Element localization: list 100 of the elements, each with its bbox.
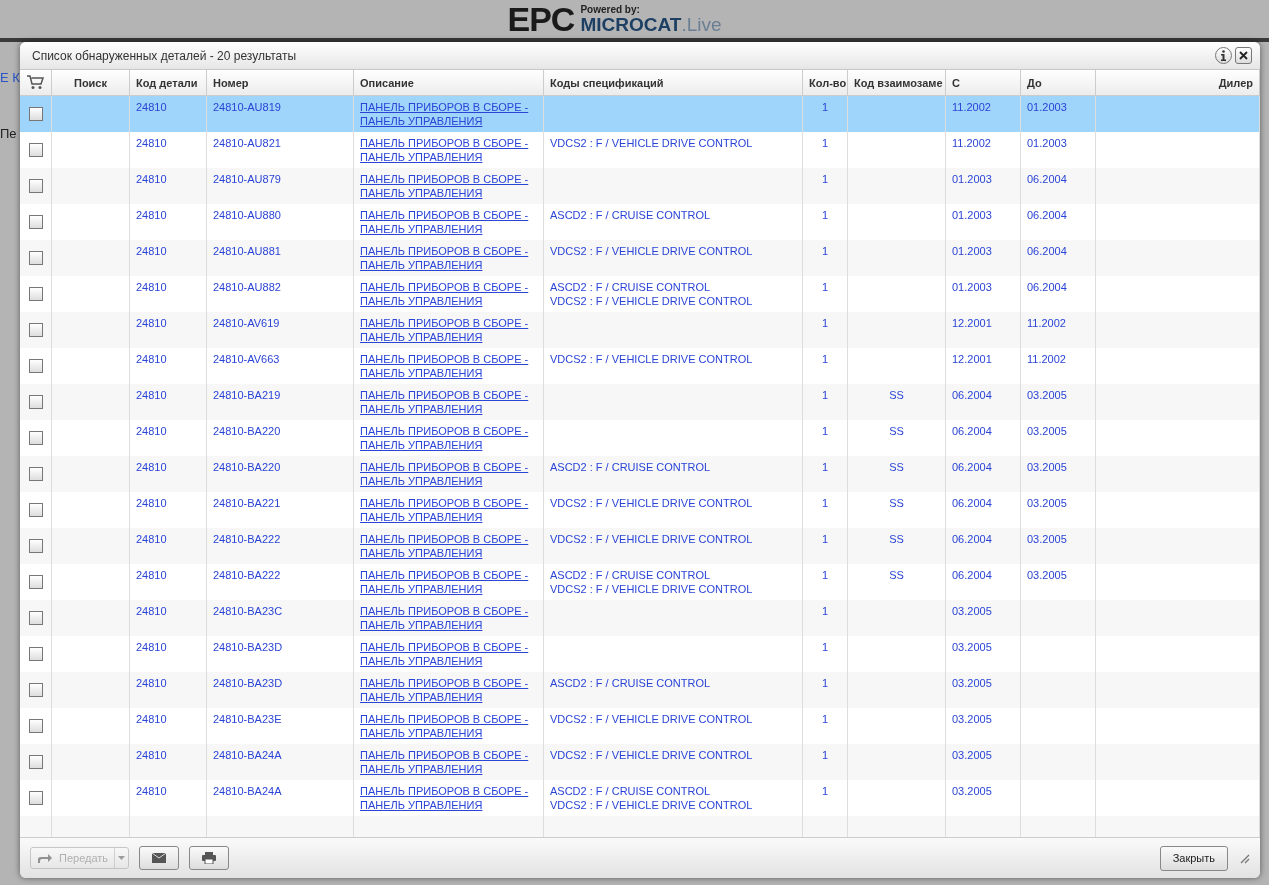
checkbox[interactable] (28, 647, 43, 661)
column-header[interactable]: Описание (360, 76, 414, 89)
description-link[interactable]: ПАНЕЛЬ ПРИБОРОВ В СБОРЕ - ПАНЕЛЬ УПРАВЛЕНИЯ (360, 640, 536, 668)
checkbox[interactable] (28, 503, 43, 517)
background-text: Пе (0, 126, 17, 141)
table-row[interactable]: 24810 24810-BA23D ПАНЕЛЬ ПРИБОРОВ В СБОРЕ - ПАНЕЛЬ УПРАВЛЕНИЯ ASCD2 : F / CRUISE CONTROL 1 03.2005 (20, 672, 1260, 708)
table-cell-text: 1 (820, 568, 830, 582)
description-link[interactable]: ПАНЕЛЬ ПРИБОРОВ В СБОРЕ - ПАНЕЛЬ УПРАВЛЕНИЯ (360, 568, 536, 596)
checkbox[interactable] (28, 539, 43, 553)
checkbox[interactable] (28, 179, 43, 193)
table-cell-text: 06.2004 (1027, 208, 1068, 222)
table-cell-text: 24810 (136, 748, 168, 762)
table-cell-text: VDCS2 : F / VEHICLE DRIVE CONTROL (550, 532, 754, 546)
checkbox[interactable] (28, 107, 43, 121)
description-link[interactable]: ПАНЕЛЬ ПРИБОРОВ В СБОРЕ - ПАНЕЛЬ УПРАВЛЕНИЯ (360, 172, 536, 200)
checkbox[interactable] (28, 575, 43, 589)
column-header[interactable]: Дилер (1218, 76, 1253, 89)
table-row[interactable]: 24810 24810-AU819 ПАНЕЛЬ ПРИБОРОВ В СБОРЕ - ПАНЕЛЬ УПРАВЛЕНИЯ 1 11.2002 01.2003 (20, 96, 1260, 132)
table-cell-text: VDCS2 : F / VEHICLE DRIVE CONTROL (550, 244, 754, 258)
checkbox[interactable] (28, 251, 43, 265)
checkbox[interactable] (28, 791, 43, 805)
description-link[interactable]: ПАНЕЛЬ ПРИБОРОВ В СБОРЕ - ПАНЕЛЬ УПРАВЛЕНИЯ (360, 352, 536, 380)
checkbox[interactable] (28, 143, 43, 157)
table-cell-text: 24810 (136, 352, 168, 366)
description-link[interactable]: ПАНЕЛЬ ПРИБОРОВ В СБОРЕ - ПАНЕЛЬ УПРАВЛЕНИЯ (360, 676, 536, 704)
close-button[interactable]: Закрыть (1159, 845, 1228, 871)
description-link[interactable]: ПАНЕЛЬ ПРИБОРОВ В СБОРЕ - ПАНЕЛЬ УПРАВЛЕНИЯ (360, 532, 536, 560)
table-row[interactable]: 24810 24810-AU879 ПАНЕЛЬ ПРИБОРОВ В СБОРЕ - ПАНЕЛЬ УПРАВЛЕНИЯ 1 01.2003 06.2004 (20, 168, 1260, 204)
table-cell-text: 03.2005 (952, 748, 993, 762)
table-cell-text: 03.2005 (1027, 388, 1068, 402)
resize-grip-icon (1238, 852, 1250, 864)
table-cell-text: 1 (820, 784, 830, 798)
column-header[interactable]: До (1027, 76, 1042, 89)
table-cell-text: 24810 (136, 100, 168, 114)
checkbox[interactable] (28, 467, 43, 481)
table-cell-text: VDCS2 : F / VEHICLE DRIVE CONTROL (550, 798, 754, 812)
column-header[interactable]: Коды спецификаций (550, 76, 664, 89)
print-button[interactable] (189, 846, 230, 870)
table-cell-text: 24810 (136, 136, 168, 150)
checkbox[interactable] (28, 323, 43, 337)
table-cell-text: 1 (820, 244, 830, 258)
checkbox[interactable] (28, 431, 43, 445)
table-cell-text: 01.2003 (952, 244, 993, 258)
table-row[interactable]: 24810 24810-BA222 ПАНЕЛЬ ПРИБОРОВ В СБОРЕ - ПАНЕЛЬ УПРАВЛЕНИЯ VDCS2 : F / VEHICLE DRIVE CONTROL 1 SS 06.2004 03.2005 (20, 528, 1260, 564)
column-header[interactable]: Поиск (74, 76, 107, 89)
close-icon[interactable] (1235, 47, 1252, 64)
description-link[interactable]: ПАНЕЛЬ ПРИБОРОВ В СБОРЕ - ПАНЕЛЬ УПРАВЛЕНИЯ (360, 424, 536, 452)
column-header[interactable]: Кол-во (809, 76, 847, 89)
description-link[interactable]: ПАНЕЛЬ ПРИБОРОВ В СБОРЕ - ПАНЕЛЬ УПРАВЛЕНИЯ (360, 460, 536, 488)
checkbox[interactable] (28, 359, 43, 373)
description-link[interactable]: ПАНЕЛЬ ПРИБОРОВ В СБОРЕ - ПАНЕЛЬ УПРАВЛЕНИЯ (360, 496, 536, 524)
description-link[interactable]: ПАНЕЛЬ ПРИБОРОВ В СБОРЕ - ПАНЕЛЬ УПРАВЛЕНИЯ (360, 784, 536, 812)
table-cell-text: 24810-AV619 (213, 316, 281, 330)
table-cell-text: 1 (820, 640, 830, 654)
checkbox[interactable] (28, 287, 43, 301)
table-row[interactable]: 24810 24810-BA23C ПАНЕЛЬ ПРИБОРОВ В СБОРЕ - ПАНЕЛЬ УПРАВЛЕНИЯ 1 03.2005 (20, 600, 1260, 636)
description-link[interactable]: ПАНЕЛЬ ПРИБОРОВ В СБОРЕ - ПАНЕЛЬ УПРАВЛЕНИЯ (360, 388, 536, 416)
table-cell-text: 24810-BA24A (213, 784, 283, 798)
table-cell-text: 24810 (136, 496, 168, 510)
info-icon[interactable] (1215, 47, 1232, 64)
description-link[interactable]: ПАНЕЛЬ ПРИБОРОВ В СБОРЕ - ПАНЕЛЬ УПРАВЛЕНИЯ (360, 100, 536, 128)
description-link[interactable]: ПАНЕЛЬ ПРИБОРОВ В СБОРЕ - ПАНЕЛЬ УПРАВЛЕНИЯ (360, 136, 536, 164)
description-link[interactable]: ПАНЕЛЬ ПРИБОРОВ В СБОРЕ - ПАНЕЛЬ УПРАВЛЕНИЯ (360, 244, 536, 272)
checkbox[interactable] (28, 611, 43, 625)
column-header[interactable]: Код взаимозаме (854, 76, 943, 89)
table-row[interactable]: 24810 24810-BA219 ПАНЕЛЬ ПРИБОРОВ В СБОРЕ - ПАНЕЛЬ УПРАВЛЕНИЯ 1 SS 06.2004 03.2005 (20, 384, 1260, 420)
table-row[interactable]: 24810 24810-BA220 ПАНЕЛЬ ПРИБОРОВ В СБОРЕ - ПАНЕЛЬ УПРАВЛЕНИЯ ASCD2 : F / CRUISE CONTROL 1 SS 06.2004 03.2005 (20, 456, 1260, 492)
description-link[interactable]: ПАНЕЛЬ ПРИБОРОВ В СБОРЕ - ПАНЕЛЬ УПРАВЛЕНИЯ (360, 604, 536, 632)
table-cell-text: 24810-BA23D (213, 640, 284, 654)
table-cell-text: 03.2005 (1027, 460, 1068, 474)
table-cell-text: 03.2005 (1027, 568, 1068, 582)
description-link[interactable]: ПАНЕЛЬ ПРИБОРОВ В СБОРЕ - ПАНЕЛЬ УПРАВЛЕНИЯ (360, 748, 536, 776)
table-row[interactable]: 24810 24810-BA24A ПАНЕЛЬ ПРИБОРОВ В СБОРЕ - ПАНЕЛЬ УПРАВЛЕНИЯ VDCS2 : F / VEHICLE DRIVE CONTROL 1 03.2005 (20, 744, 1260, 780)
checkbox[interactable] (28, 755, 43, 769)
table-cell-text: 12.2001 (952, 316, 993, 330)
table-cell-text: 03.2005 (952, 604, 993, 618)
table-cell-text: 24810-AU882 (213, 280, 282, 294)
table-cell-text: 06.2004 (952, 424, 993, 438)
table-cell-text: 24810-AU821 (213, 136, 282, 150)
table-cell-text: VDCS2 : F / VEHICLE DRIVE CONTROL (550, 496, 754, 510)
checkbox[interactable] (28, 719, 43, 733)
forward-arrow-icon (37, 852, 53, 864)
column-header[interactable]: Номер (213, 76, 249, 89)
description-link[interactable]: ПАНЕЛЬ ПРИБОРОВ В СБОРЕ - ПАНЕЛЬ УПРАВЛЕНИЯ (360, 280, 536, 308)
description-link[interactable]: ПАНЕЛЬ ПРИБОРОВ В СБОРЕ - ПАНЕЛЬ УПРАВЛЕНИЯ (360, 316, 536, 344)
description-link[interactable]: ПАНЕЛЬ ПРИБОРОВ В СБОРЕ - ПАНЕЛЬ УПРАВЛЕНИЯ (360, 712, 536, 740)
checkbox[interactable] (28, 395, 43, 409)
checkbox[interactable] (28, 683, 43, 697)
checkbox[interactable] (28, 215, 43, 229)
column-header[interactable]: Код детали (136, 76, 198, 89)
table-cell-text: 03.2005 (1027, 532, 1068, 546)
column-header[interactable]: С (952, 76, 960, 89)
table-cell-text: 11.2002 (1027, 352, 1067, 366)
table-cell-text: VDCS2 : F / VEHICLE DRIVE CONTROL (550, 352, 754, 366)
description-link[interactable]: ПАНЕЛЬ ПРИБОРОВ В СБОРЕ - ПАНЕЛЬ УПРАВЛЕНИЯ (360, 208, 536, 236)
table-row[interactable]: 24810 24810-AV619 ПАНЕЛЬ ПРИБОРОВ В СБОРЕ - ПАНЕЛЬ УПРАВЛЕНИЯ 1 12.2001 11.2002 (20, 312, 1260, 348)
table-cell-text: 06.2004 (952, 532, 993, 546)
table-row[interactable]: 24810 24810-AU881 ПАНЕЛЬ ПРИБОРОВ В СБОРЕ - ПАНЕЛЬ УПРАВЛЕНИЯ VDCS2 : F / VEHICLE DRIVE CONTROL 1 01.2003 06.2004 (20, 240, 1260, 276)
email-button[interactable] (139, 846, 180, 870)
table-cell-text: 24810-AU880 (213, 208, 282, 222)
